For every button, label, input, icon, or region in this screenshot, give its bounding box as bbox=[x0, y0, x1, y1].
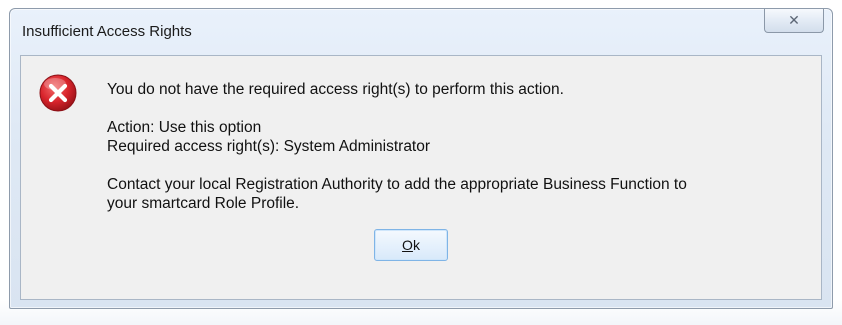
ok-button[interactable]: Ok bbox=[374, 229, 448, 261]
ok-button-mnemonic: O bbox=[402, 237, 413, 253]
message-line-required-rights: Required access right(s): System Adminis… bbox=[107, 138, 431, 155]
message-line-action: Action: Use this option bbox=[107, 119, 262, 136]
close-button[interactable]: ✕ bbox=[764, 9, 824, 33]
dialog-titlebar[interactable]: Insufficient Access Rights ✕ bbox=[10, 9, 832, 45]
message-line-contact: Contact your local Registration Authorit… bbox=[107, 176, 687, 193]
message-line-main: You do not have the required access righ… bbox=[107, 81, 564, 98]
dialog-title: Insufficient Access Rights bbox=[22, 23, 192, 40]
error-icon bbox=[39, 74, 77, 112]
dialog-content: You do not have the required access righ… bbox=[20, 55, 822, 300]
message-line-contact-cont: your smartcard Role Profile. bbox=[107, 195, 300, 212]
dialog-message: You do not have the required access righ… bbox=[107, 80, 819, 213]
close-icon: ✕ bbox=[788, 12, 800, 29]
ok-button-label: k bbox=[412, 237, 420, 253]
insufficient-access-dialog: Insufficient Access Rights ✕ You do not … bbox=[9, 8, 833, 309]
